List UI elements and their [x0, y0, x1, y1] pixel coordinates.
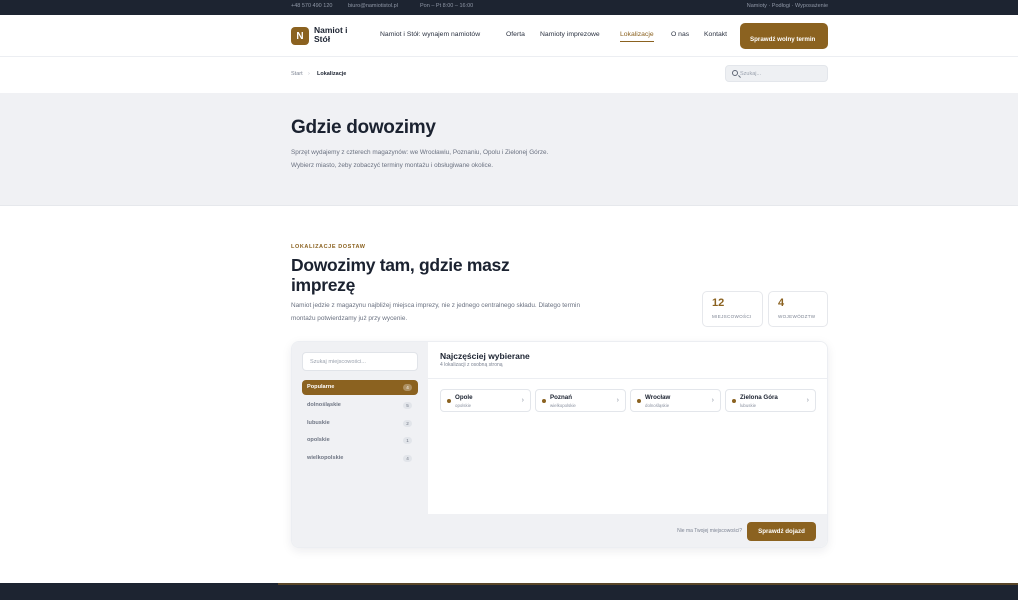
- region-tab-wielkopolskie[interactable]: wielkopolskie 4: [302, 451, 418, 466]
- locations-panel: Najczęściej wybierane 4 lokalizacji z os…: [428, 342, 827, 547]
- hero-section: Gdzie dowozimy Sprzęt wydajemy z czterec…: [0, 93, 1018, 206]
- stat-card-regions: 4 WOJEWÓDZTW: [768, 291, 828, 327]
- region-name: dolnośląskie: [307, 402, 341, 408]
- region-tab-lubuskie[interactable]: lubuskie 2: [302, 416, 418, 431]
- opening-hours: Pon – Pt 8:00 – 16:00: [420, 3, 474, 9]
- nav-item-kontakt[interactable]: Kontakt: [704, 31, 727, 38]
- region-name: opolskie: [307, 437, 330, 443]
- location-region: wielkopolskie: [550, 403, 576, 408]
- location-finder: Popularne 4 dolnośląskie 5 lubuskie 2 op…: [291, 341, 828, 548]
- phone-number[interactable]: +48 570 490 120: [291, 3, 332, 9]
- location-card-wroclaw[interactable]: Wrocław dolnośląskie ›: [630, 389, 721, 412]
- location-card-zielona-gora[interactable]: Zielona Góra lubuskie ›: [725, 389, 816, 412]
- nav-item-wynajem[interactable]: Namiot i Stół: wynajem namiotów: [380, 31, 480, 38]
- chevron-right-icon: ›: [616, 397, 619, 404]
- region-count: 5: [403, 402, 412, 409]
- nav-item-namioty-imprezowe[interactable]: Namioty imprezowe: [540, 31, 600, 38]
- panel-title: Najczęściej wybierane: [440, 351, 530, 361]
- hero-description: Sprzęt wydajemy z czterech magazynów: we…: [291, 149, 549, 169]
- region-name: Popularne: [307, 384, 335, 390]
- logo-text[interactable]: Namiot i Stół: [314, 26, 358, 44]
- location-city: Wrocław: [645, 394, 671, 401]
- location-city: Zielona Góra: [740, 394, 778, 401]
- region-sidebar: Popularne 4 dolnośląskie 5 lubuskie 2 op…: [292, 342, 428, 547]
- search-icon: [732, 70, 738, 76]
- stat-label: WOJEWÓDZTW: [778, 314, 816, 319]
- pin-dot-icon: [732, 399, 736, 403]
- location-city: Opole: [455, 394, 473, 401]
- search-input[interactable]: [740, 68, 825, 79]
- pin-dot-icon: [447, 399, 451, 403]
- location-card-opole[interactable]: Opole opolskie ›: [440, 389, 531, 412]
- region-tab-dolnoslaskie[interactable]: dolnośląskie 5: [302, 398, 418, 413]
- breadcrumb-bar: Start › Lokalizacje: [0, 57, 1018, 93]
- page-title: Gdzie dowozimy: [291, 117, 436, 138]
- town-search-input[interactable]: [302, 352, 418, 371]
- section-title: Dowozimy tam, gdzie masz imprezę: [291, 255, 510, 295]
- breadcrumb-separator: ›: [308, 71, 310, 77]
- email-address[interactable]: biuro@namiotistol.pl: [348, 3, 398, 9]
- region-count: 2: [403, 420, 412, 427]
- panel-subtitle: 4 lokalizacji z osobną stroną: [440, 362, 503, 368]
- panel-footer: Nie ma Twojej miejscowości? Sprawdź doja…: [428, 514, 827, 547]
- section-description: Namiot jedzie z magazynu najbliżej miejs…: [291, 302, 581, 322]
- nav-item-o-nas[interactable]: O nas: [671, 31, 689, 38]
- nav-item-lokalizacje[interactable]: Lokalizacje: [620, 31, 654, 42]
- chevron-right-icon: ›: [711, 397, 714, 404]
- site-header: N Namiot i Stół Namiot i Stół: wynajem n…: [0, 15, 1018, 57]
- region-count: 4: [403, 455, 412, 462]
- stat-value: 4: [778, 297, 785, 309]
- section-eyebrow: LOKALIZACJE DOSTAW: [291, 244, 366, 250]
- pin-dot-icon: [542, 399, 546, 403]
- site-search[interactable]: [725, 65, 828, 82]
- stat-card-towns: 12 MIEJSCOWOŚCI: [702, 291, 763, 327]
- missing-town-question: Nie ma Twojej miejscowości?: [677, 528, 742, 534]
- breadcrumb-current: Lokalizacje: [317, 71, 347, 77]
- location-card-poznan[interactable]: Poznań wielkopolskie ›: [535, 389, 626, 412]
- region-count: 1: [403, 437, 412, 444]
- region-count: 4: [403, 384, 412, 391]
- location-region: opolskie: [455, 403, 472, 408]
- top-bar: +48 570 490 120 biuro@namiotistol.pl Pon…: [0, 0, 1018, 15]
- footer-accent-line: [278, 583, 1018, 585]
- region-name: lubuskie: [307, 420, 330, 426]
- chevron-right-icon: ›: [806, 397, 809, 404]
- nav-item-oferta[interactable]: Oferta: [506, 31, 525, 38]
- stat-value: 12: [712, 297, 725, 309]
- chevron-right-icon: ›: [521, 397, 524, 404]
- region-tab-popularne[interactable]: Popularne 4: [302, 380, 418, 395]
- site-footer: [0, 583, 1018, 600]
- stat-label: MIEJSCOWOŚCI: [712, 314, 752, 319]
- pin-dot-icon: [637, 399, 641, 403]
- location-region: lubuskie: [740, 403, 757, 408]
- location-region: dolnośląskie: [645, 403, 670, 408]
- region-tab-opolskie[interactable]: opolskie 1: [302, 433, 418, 448]
- region-name: wielkopolskie: [307, 455, 344, 461]
- check-availability-button[interactable]: Sprawdź wolny termin: [740, 23, 828, 49]
- breadcrumb-home[interactable]: Start: [291, 71, 303, 77]
- logo-icon[interactable]: N: [291, 27, 309, 45]
- check-route-button[interactable]: Sprawdź dojazd: [747, 522, 816, 541]
- divider: [428, 378, 827, 379]
- top-tagline: Namioty · Podłogi · Wyposażenie: [746, 3, 828, 9]
- location-city: Poznań: [550, 394, 573, 401]
